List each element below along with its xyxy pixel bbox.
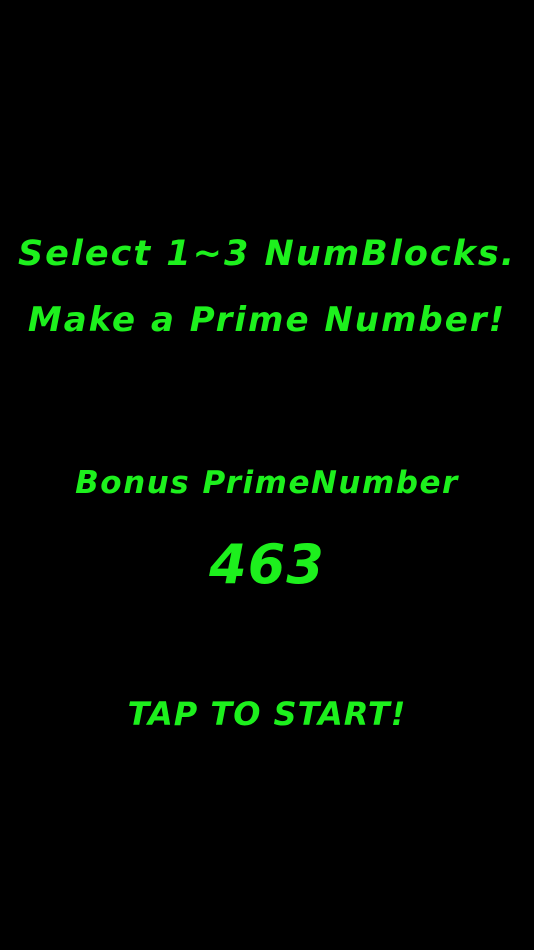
instruction-line-2: Make a Prime Number! (27, 300, 507, 340)
instruction-line-1: Select 1~3 NumBlocks. (17, 234, 517, 274)
bonus-prime-label: Bonus PrimeNumber (75, 465, 459, 501)
tap-to-start-prompt[interactable]: TAP TO START! (0, 695, 534, 733)
title-screen[interactable]: Select 1~3 NumBlocks. Make a Prime Numbe… (0, 0, 534, 950)
bonus-prime-number: 463 (209, 533, 325, 596)
